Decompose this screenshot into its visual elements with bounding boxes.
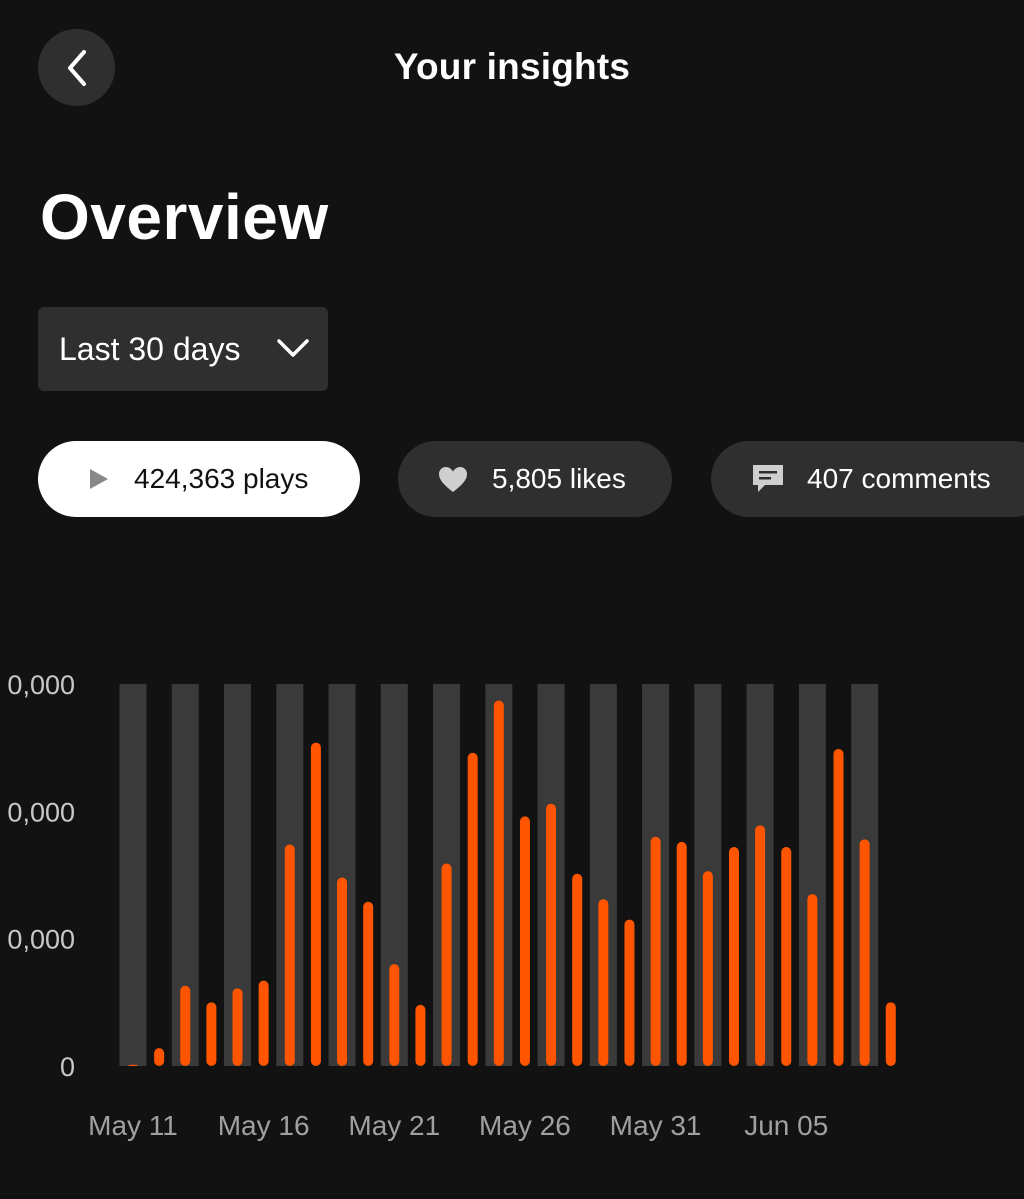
chart-bar — [624, 919, 635, 1066]
plays-bar-chart: 0,000 0,000 0,000 0 May 11 May 16 May 21 May 26… — [7, 670, 896, 1141]
chart-bar — [415, 1004, 426, 1066]
likes-metric-label: 5,805 likes — [492, 463, 626, 494]
chart-x-tick-label: May 16 — [218, 1110, 310, 1141]
chart-y-tick-label: 0,000 — [7, 797, 75, 827]
date-range-select[interactable]: Last 30 days — [38, 307, 328, 391]
plays-metric-tab[interactable]: 424,363 plays — [38, 441, 360, 517]
chart-bar — [519, 816, 530, 1066]
play-icon — [88, 468, 110, 490]
heart-icon — [438, 466, 468, 493]
comments-metric-label: 407 comments — [807, 463, 991, 494]
plays-metric-label: 424,363 plays — [134, 463, 309, 494]
chart-bar — [572, 873, 583, 1066]
chart-bar — [363, 901, 374, 1066]
chart-y-tick-label: 0 — [60, 1052, 75, 1082]
chart-bar — [493, 700, 504, 1066]
chart-bar — [310, 742, 321, 1066]
likes-metric-tab[interactable]: 5,805 likes — [398, 441, 672, 517]
chart-bar — [389, 964, 400, 1066]
chart-x-tick-label: May 11 — [88, 1110, 178, 1141]
comment-icon — [751, 463, 785, 495]
header-title: Your insights — [393, 46, 631, 87]
chart-bar — [755, 825, 766, 1066]
comments-metric-tab[interactable]: 407 comments — [711, 441, 1024, 517]
chart-y-tick-label: 0,000 — [7, 670, 75, 700]
chart-x-tick-label: May 31 — [610, 1110, 702, 1141]
chart-bar — [206, 1002, 217, 1066]
chart-bar — [807, 894, 818, 1066]
chevron-down-icon — [277, 339, 309, 357]
chart-bar — [702, 871, 713, 1066]
chart-x-tick-label: Jun 05 — [744, 1110, 828, 1141]
chart-x-tick-label: May 26 — [479, 1110, 571, 1141]
chart-bar — [546, 803, 557, 1066]
chart-bar — [676, 841, 687, 1066]
chart-bar — [598, 899, 609, 1066]
chart-x-tick-label: May 21 — [348, 1110, 440, 1141]
chart-bar — [180, 985, 191, 1066]
chart-bar — [128, 1064, 138, 1066]
insights-screen: Your insights Overview Last 30 days 424,… — [0, 0, 1024, 1199]
chart-bar — [781, 846, 792, 1066]
chart-bar — [258, 980, 269, 1066]
chart-bar — [859, 839, 870, 1066]
chart-bar — [885, 1002, 896, 1066]
chart-bar — [154, 1048, 165, 1066]
chart-bar — [833, 748, 844, 1066]
chart-bar — [728, 846, 739, 1066]
chart-bar — [284, 844, 295, 1066]
chart-bar — [467, 752, 478, 1066]
chart-y-tick-label: 0,000 — [7, 925, 75, 955]
page-title: Overview — [40, 181, 329, 253]
chart-bar — [650, 836, 661, 1066]
chart-bar — [441, 863, 452, 1066]
chart-bar — [337, 877, 348, 1066]
date-range-value: Last 30 days — [59, 330, 241, 367]
chart-bar — [232, 988, 243, 1066]
chart-day-band — [119, 684, 147, 1066]
